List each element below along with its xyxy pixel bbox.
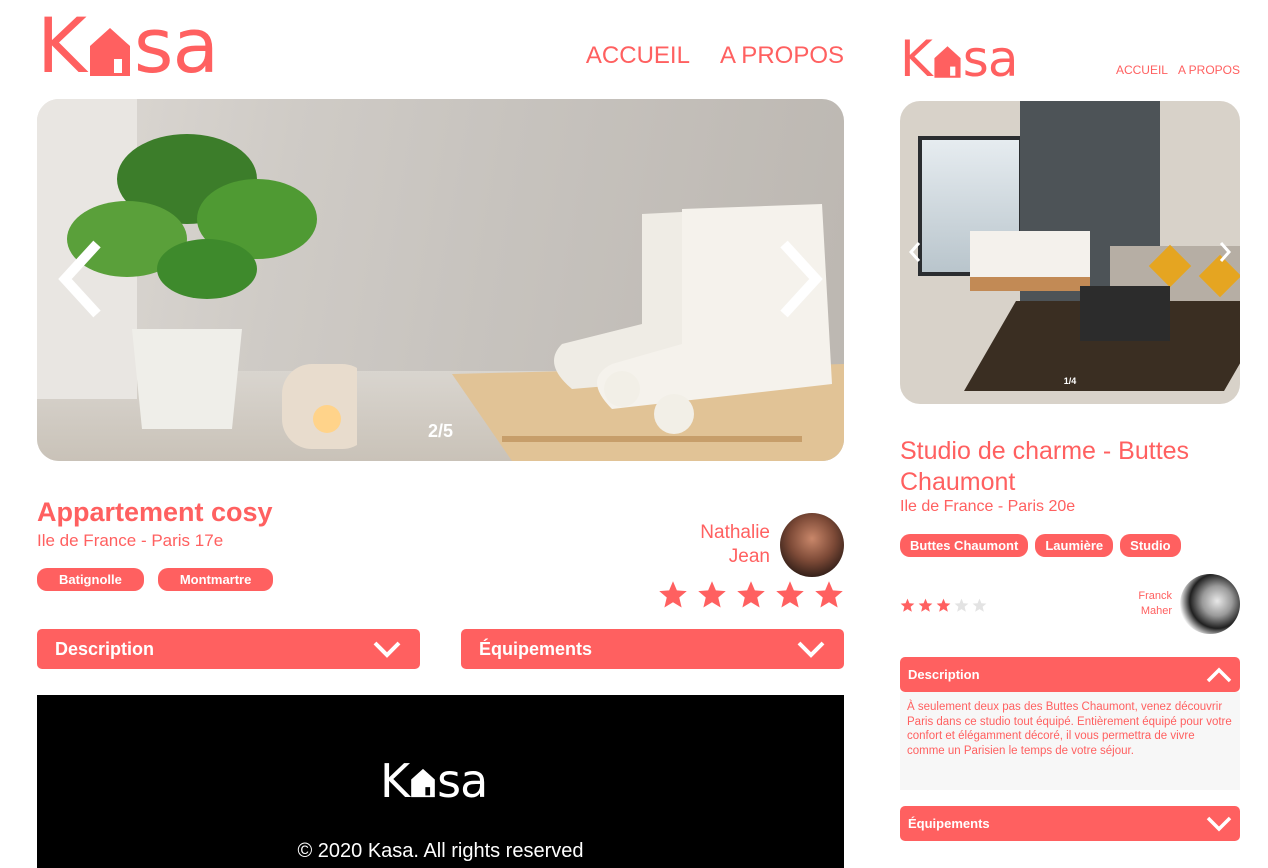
host-first-name: Franck <box>1138 590 1172 602</box>
logo-letter-k: K <box>900 30 933 88</box>
house-icon <box>411 768 435 798</box>
tag: Batignolle <box>37 568 144 591</box>
host-avatar <box>780 513 844 577</box>
star-empty-icon <box>972 598 987 612</box>
slide-counter: 2/5 <box>427 421 454 441</box>
rating-stars <box>900 598 987 613</box>
host-last-name: Jean <box>728 546 770 567</box>
tag-list: Batignolle Montmartre <box>37 568 274 591</box>
nav-about-link[interactable]: A PROPOS <box>720 42 844 70</box>
host-info: Nathalie Jean <box>700 513 844 577</box>
kasa-logo[interactable]: K sa <box>900 30 1019 88</box>
star-filled-icon <box>936 598 951 612</box>
copyright-text: © 2020 Kasa. All rights reserved <box>297 840 584 862</box>
desktop-page: K sa ACCUEIL A PROPOS 2/5 Appartement co… <box>37 0 844 868</box>
next-slide-arrow-icon[interactable] <box>774 239 824 319</box>
collapse-title: Équipements <box>908 816 990 831</box>
listing-location: Ile de France - Paris 17e <box>37 531 224 550</box>
house-icon <box>89 28 130 76</box>
kasa-logo[interactable]: K sa <box>37 1 219 90</box>
host-name: Franck Maher <box>1138 589 1172 619</box>
main-nav: ACCUEIL A PROPOS <box>586 42 844 70</box>
nav-about-link[interactable]: A PROPOS <box>1178 63 1240 77</box>
carousel-photo <box>37 99 844 461</box>
logo-letter-k: K <box>37 1 87 90</box>
next-slide-arrow-icon[interactable] <box>1218 241 1232 263</box>
footer-logo: K sa <box>380 754 488 808</box>
mobile-page: K sa ACCUEIL A PROPOS 1/4 Studio de char <box>900 0 1240 868</box>
tag: Montmartre <box>157 568 274 591</box>
footer: K sa © 2020 Kasa. All rights reserved <box>37 695 844 868</box>
logo-letters-sa: sa <box>962 30 1019 88</box>
host-info: Franck Maher <box>1138 574 1240 634</box>
tag-list: Buttes Chaumont Laumière Studio <box>900 534 1181 557</box>
collapse-title: Description <box>908 667 980 682</box>
nav-home-link[interactable]: ACCUEIL <box>586 42 690 70</box>
star-filled-icon <box>659 581 687 608</box>
image-carousel: 2/5 <box>37 99 844 461</box>
star-filled-icon <box>900 598 915 612</box>
star-filled-icon <box>737 581 765 608</box>
collapse-title: Description <box>55 638 155 659</box>
chevron-down-icon <box>1206 816 1232 831</box>
star-filled-icon <box>815 581 843 608</box>
star-filled-icon <box>698 581 726 608</box>
equipments-collapse-header[interactable]: Équipements <box>900 806 1240 841</box>
tag: Studio <box>1120 534 1181 557</box>
description-collapse-header[interactable]: Description <box>37 629 420 669</box>
carousel-photo <box>900 101 1240 404</box>
chevron-down-icon <box>373 641 401 658</box>
listing-title: Appartement cosy <box>37 497 273 527</box>
star-filled-icon <box>776 581 804 608</box>
listing-location: Ile de France - Paris 20e <box>900 498 1076 515</box>
equipments-collapse-header[interactable]: Équipements <box>461 629 844 669</box>
logo-letter-k: K <box>380 754 410 808</box>
host-first-name: Nathalie <box>700 522 770 543</box>
logo-letters-sa: sa <box>133 1 219 90</box>
host-name: Nathalie Jean <box>700 521 770 569</box>
description-content: À seulement deux pas des Buttes Chaumont… <box>900 692 1240 790</box>
host-last-name: Maher <box>1140 605 1172 617</box>
listing-title: Studio de charme - Buttes Chaumont <box>900 437 1190 496</box>
slide-counter: 1/4 <box>1063 376 1077 386</box>
description-collapse-header[interactable]: Description <box>900 657 1240 692</box>
host-avatar <box>1180 574 1240 634</box>
main-nav: ACCUEIL A PROPOS <box>1116 63 1240 77</box>
logo-letters-sa: sa <box>437 754 488 808</box>
house-icon <box>934 46 961 78</box>
chevron-down-icon <box>797 641 825 658</box>
star-empty-icon <box>954 598 969 612</box>
tag: Laumière <box>1035 534 1114 557</box>
nav-home-link[interactable]: ACCUEIL <box>1116 63 1168 77</box>
slippers-illustration <box>452 204 844 461</box>
rating-stars <box>658 580 844 610</box>
chevron-up-icon <box>1206 667 1232 682</box>
collapse-title: Équipements <box>479 638 593 659</box>
star-filled-icon <box>918 598 933 612</box>
previous-slide-arrow-icon[interactable] <box>57 239 107 319</box>
previous-slide-arrow-icon[interactable] <box>908 241 922 263</box>
tag: Buttes Chaumont <box>900 534 1029 557</box>
image-carousel: 1/4 <box>900 101 1240 404</box>
